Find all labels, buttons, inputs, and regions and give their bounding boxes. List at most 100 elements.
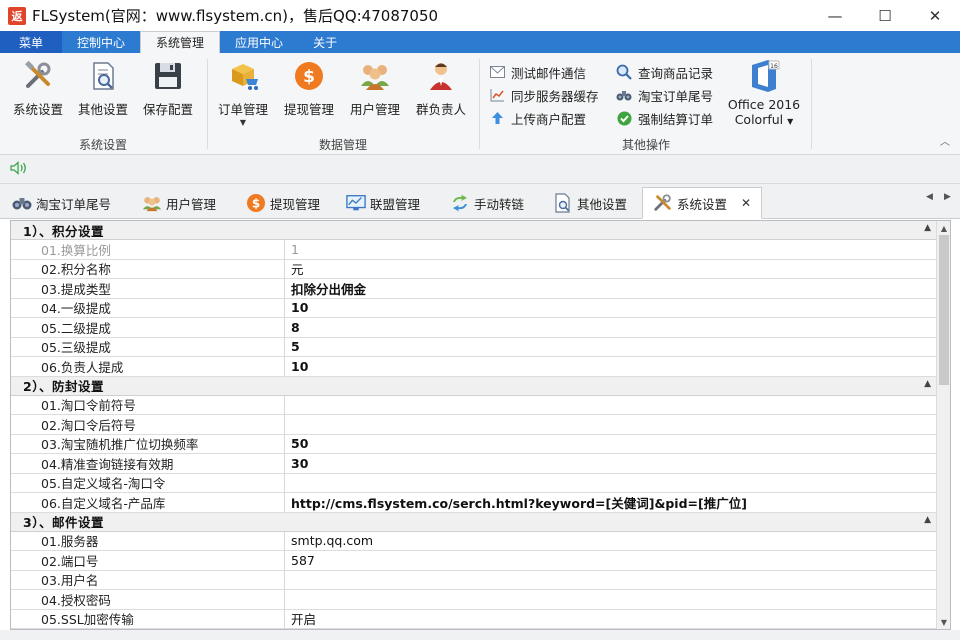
property-row[interactable]: 02.端口号 587 — [11, 551, 937, 571]
property-row[interactable]: 01.服务器 smtp.qq.com — [11, 531, 937, 551]
doc-tab-taobao-order-suffix[interactable]: 淘宝订单尾号 — [12, 187, 111, 219]
tab-system-management[interactable]: 系统管理 — [140, 31, 221, 53]
withdraw-management-button[interactable]: $ 提现管理 — [277, 57, 341, 129]
property-value[interactable] — [285, 571, 937, 590]
sync-cache-button[interactable]: 同步服务器缓存 — [489, 85, 599, 105]
doc-tab-label: 系统设置 — [677, 196, 728, 212]
doc-tab-manual-link-convert[interactable]: 手动转链 — [450, 187, 524, 219]
property-value[interactable]: http://cms.flsystem.co/serch.html?keywor… — [285, 493, 937, 512]
binoculars-icon — [12, 193, 32, 213]
dollar-coin-icon: $ — [292, 59, 326, 93]
property-value[interactable]: smtp.qq.com — [285, 532, 937, 551]
property-row[interactable]: 04.精准查询链接有效期 30 — [11, 454, 937, 474]
bottom-edge — [0, 630, 960, 640]
ribbon-separator — [479, 59, 480, 149]
property-value[interactable]: 扣除分出佣金 — [285, 279, 937, 298]
property-row[interactable]: 03.提成类型 扣除分出佣金 — [11, 279, 937, 299]
property-row[interactable]: 02.淘口令后符号 — [11, 415, 937, 435]
ribbon-tab-bar: 菜单 控制中心 系统管理 应用中心 关于 — [0, 31, 960, 53]
property-value[interactable]: 30 — [285, 454, 937, 473]
tab-menu[interactable]: 菜单 — [0, 31, 63, 53]
user-management-label: 用户管理 — [349, 102, 400, 117]
order-management-button[interactable]: 订单管理 ▼ — [211, 57, 275, 129]
property-value[interactable]: 50 — [285, 435, 937, 454]
property-row[interactable]: 04.一级提成 10 — [11, 298, 937, 318]
taobao-order-suffix-button[interactable]: 淘宝订单尾号 — [616, 85, 713, 105]
speaker-icon[interactable] — [10, 160, 28, 178]
close-button[interactable]: ✕ — [910, 0, 960, 31]
collapse-icon[interactable]: ▲ — [924, 223, 931, 233]
group-label-data: 数据管理 — [318, 138, 367, 152]
user-management-button[interactable]: 用户管理 — [343, 57, 407, 129]
test-mail-button[interactable]: 测试邮件通信 — [489, 62, 586, 82]
collapse-icon[interactable]: ▲ — [924, 379, 931, 389]
test-mail-label: 测试邮件通信 — [511, 65, 587, 81]
doc-tab-label: 提现管理 — [270, 196, 321, 212]
property-row[interactable]: 01.淘口令前符号 — [11, 395, 937, 415]
tab-scroll-right-icon[interactable]: ▶ — [944, 192, 951, 202]
property-row[interactable]: 03.用户名 — [11, 570, 937, 590]
force-settle-button[interactable]: 强制结算订单 — [616, 108, 713, 128]
ribbon-separator — [207, 59, 208, 149]
system-settings-button[interactable]: 系统设置 — [6, 57, 70, 129]
property-value[interactable]: 元 — [285, 260, 937, 279]
doc-tab-label: 用户管理 — [166, 196, 217, 212]
doc-tab-system-settings[interactable]: 系统设置 ✕ — [642, 187, 763, 219]
scrollbar-thumb[interactable] — [939, 235, 949, 385]
other-settings-button[interactable]: 其他设置 — [71, 57, 135, 129]
property-row[interactable]: 03.淘宝随机推广位切换频率 50 — [11, 434, 937, 454]
scroll-down-icon[interactable]: ▼ — [937, 615, 950, 629]
office-theme-button[interactable]: 16 Office 2016 Colorful ▼ — [728, 57, 800, 129]
doc-tab-alliance-management[interactable]: 联盟管理 — [346, 187, 420, 219]
collapse-icon[interactable]: ▲ — [924, 515, 931, 525]
query-product-label: 查询商品记录 — [638, 65, 714, 81]
box-cart-icon — [226, 59, 260, 93]
property-value[interactable]: 587 — [285, 551, 937, 570]
property-row[interactable]: 05.SSL加密传输 开启 — [11, 609, 937, 629]
tab-about[interactable]: 关于 — [298, 31, 352, 53]
property-row[interactable]: 01.换算比例 1 — [11, 240, 937, 260]
grid-category[interactable]: 2）、防封设置 ▲ — [11, 376, 937, 396]
close-tab-icon[interactable]: ✕ — [741, 196, 751, 210]
property-name: 03.提成类型 — [11, 279, 285, 298]
check-circle-icon — [616, 110, 632, 126]
sync-cache-label: 同步服务器缓存 — [511, 88, 599, 104]
collapse-ribbon-icon[interactable]: ︿ — [940, 133, 950, 148]
property-row[interactable]: 06.负责人提成 10 — [11, 357, 937, 377]
grid-category[interactable]: 1）、积分设置 ▲ — [11, 221, 937, 240]
property-value[interactable] — [285, 590, 937, 609]
property-value[interactable] — [285, 415, 937, 434]
tab-app-center[interactable]: 应用中心 — [220, 31, 298, 53]
property-row[interactable]: 05.自定义域名-淘口令 — [11, 473, 937, 493]
property-value[interactable]: 开启 — [285, 610, 937, 629]
query-product-button[interactable]: 查询商品记录 — [616, 62, 713, 82]
property-row[interactable]: 06.自定义域名-产品库 http://cms.flsystem.co/serch… — [11, 493, 937, 513]
property-value[interactable]: 5 — [285, 338, 937, 357]
tab-control-center[interactable]: 控制中心 — [62, 31, 140, 53]
property-value[interactable]: 8 — [285, 318, 937, 337]
property-value[interactable]: 1 — [285, 240, 937, 259]
doc-tab-other-settings[interactable]: 其他设置 — [553, 187, 627, 219]
property-row[interactable]: 05.三级提成 5 — [11, 337, 937, 357]
save-config-button[interactable]: 保存配置 — [136, 57, 200, 129]
minimize-button[interactable]: — — [810, 0, 860, 31]
scroll-up-icon[interactable]: ▲ — [937, 221, 950, 235]
maximize-button[interactable]: ☐ — [860, 0, 910, 31]
upload-merchant-button[interactable]: 上传商户配置 — [489, 108, 586, 128]
tab-scroll-left-icon[interactable]: ◀ — [926, 192, 933, 202]
upload-arrow-icon — [489, 110, 505, 126]
property-row[interactable]: 04.授权密码 — [11, 590, 937, 610]
property-value[interactable]: 10 — [285, 357, 937, 376]
withdraw-management-label: 提现管理 — [283, 102, 334, 117]
vertical-scrollbar[interactable]: ▲ ▼ — [936, 221, 950, 629]
property-row[interactable]: 02.积分名称元 — [11, 259, 937, 279]
doc-tab-withdraw-management[interactable]: $ 提现管理 — [246, 187, 320, 219]
property-value[interactable]: 10 — [285, 299, 937, 318]
system-settings-label: 系统设置 — [12, 102, 63, 117]
property-value[interactable] — [285, 396, 937, 415]
group-leader-button[interactable]: 群负责人 — [409, 57, 473, 129]
property-row[interactable]: 05.二级提成 8 — [11, 318, 937, 338]
property-value[interactable] — [285, 474, 937, 493]
grid-category[interactable]: 3）、邮件设置 ▲ — [11, 512, 937, 532]
doc-tab-user-management[interactable]: 用户管理 — [142, 187, 216, 219]
